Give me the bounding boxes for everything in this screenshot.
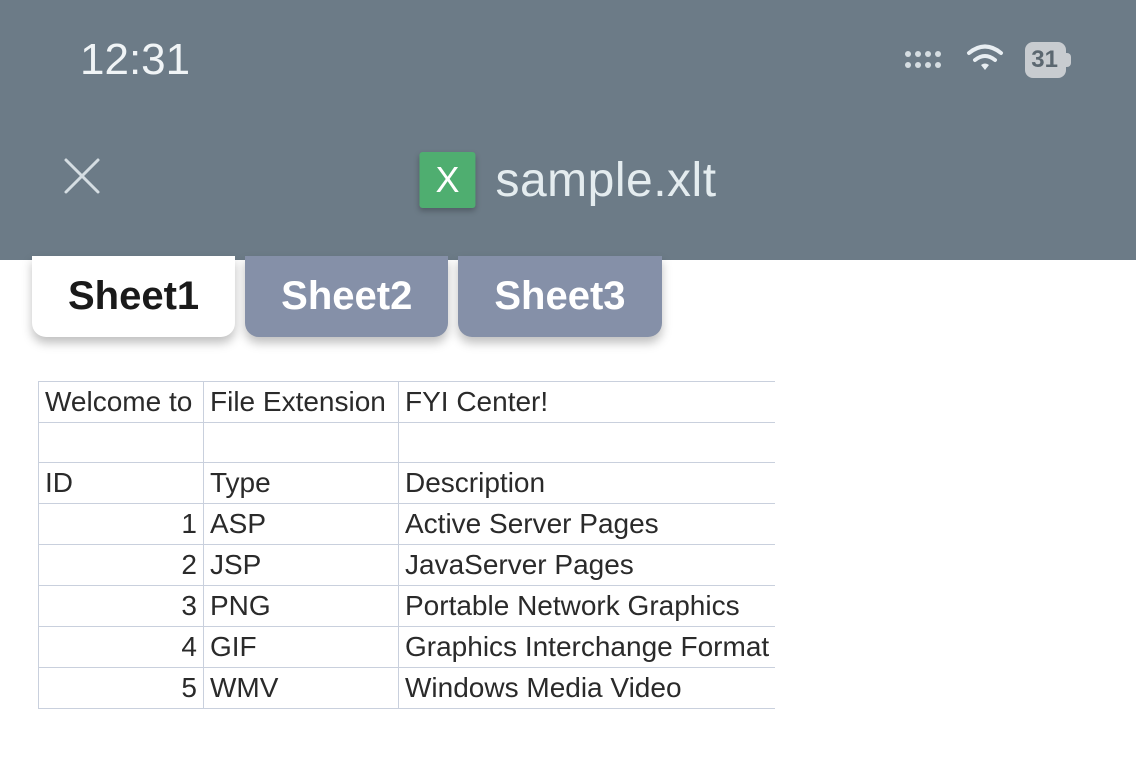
status-bar: 12:31 (0, 0, 1136, 120)
cell-id[interactable]: 1 (39, 504, 204, 545)
cell-type[interactable]: JSP (204, 545, 399, 586)
wifi-icon (965, 42, 1005, 79)
tab-sheet2[interactable]: Sheet2 (245, 256, 448, 337)
status-indicators: 31 (903, 42, 1066, 79)
battery-indicator: 31 (1025, 42, 1066, 78)
table-row[interactable]: 1 ASP Active Server Pages (39, 504, 776, 545)
empty-cell[interactable] (399, 423, 776, 463)
file-name: sample.xlt (495, 153, 716, 208)
title-center: X sample.xlt (419, 152, 716, 208)
cell-desc[interactable]: Active Server Pages (399, 504, 776, 545)
header-type[interactable]: Type (204, 463, 399, 504)
title-bar: X sample.xlt (0, 120, 1136, 260)
table-row[interactable]: Welcome to File Extension FYI Center! (39, 382, 776, 423)
cell-type[interactable]: ASP (204, 504, 399, 545)
header-desc[interactable]: Description (399, 463, 776, 504)
cell-title-b[interactable]: File Extension (204, 382, 399, 423)
table-row[interactable] (39, 423, 776, 463)
cell-type[interactable]: GIF (204, 627, 399, 668)
cell-desc[interactable]: Windows Media Video (399, 668, 776, 709)
cell-id[interactable]: 5 (39, 668, 204, 709)
app-grid-icon (903, 49, 943, 71)
cell-type[interactable]: PNG (204, 586, 399, 627)
table-row[interactable]: ID Type Description (39, 463, 776, 504)
tab-sheet3[interactable]: Sheet3 (458, 256, 661, 337)
table-row[interactable]: 3 PNG Portable Network Graphics (39, 586, 776, 627)
cell-desc[interactable]: Graphics Interchange Format (399, 627, 776, 668)
app-header: 12:31 (0, 0, 1136, 260)
tab-sheet1[interactable]: Sheet1 (32, 256, 235, 337)
cell-id[interactable]: 2 (39, 545, 204, 586)
cell-title-c[interactable]: FYI Center! (399, 382, 776, 423)
cell-id[interactable]: 3 (39, 586, 204, 627)
table-row[interactable]: 5 WMV Windows Media Video (39, 668, 776, 709)
battery-level: 31 (1031, 46, 1058, 74)
cell-title-a[interactable]: Welcome to (39, 382, 204, 423)
table-row[interactable]: 2 JSP JavaServer Pages (39, 545, 776, 586)
excel-file-icon: X (419, 152, 475, 208)
table-row[interactable]: 4 GIF Graphics Interchange Format (39, 627, 776, 668)
cell-type[interactable]: WMV (204, 668, 399, 709)
header-id[interactable]: ID (39, 463, 204, 504)
cell-desc[interactable]: JavaServer Pages (399, 545, 776, 586)
sheet-content: Welcome to File Extension FYI Center! ID… (0, 337, 1136, 753)
sheet-tabs: Sheet1 Sheet2 Sheet3 (0, 256, 1136, 337)
close-button[interactable] (60, 154, 104, 207)
empty-cell[interactable] (204, 423, 399, 463)
status-time: 12:31 (80, 35, 190, 85)
empty-cell[interactable] (39, 423, 204, 463)
cell-desc[interactable]: Portable Network Graphics (399, 586, 776, 627)
cell-id[interactable]: 4 (39, 627, 204, 668)
spreadsheet-grid[interactable]: Welcome to File Extension FYI Center! ID… (38, 381, 775, 709)
